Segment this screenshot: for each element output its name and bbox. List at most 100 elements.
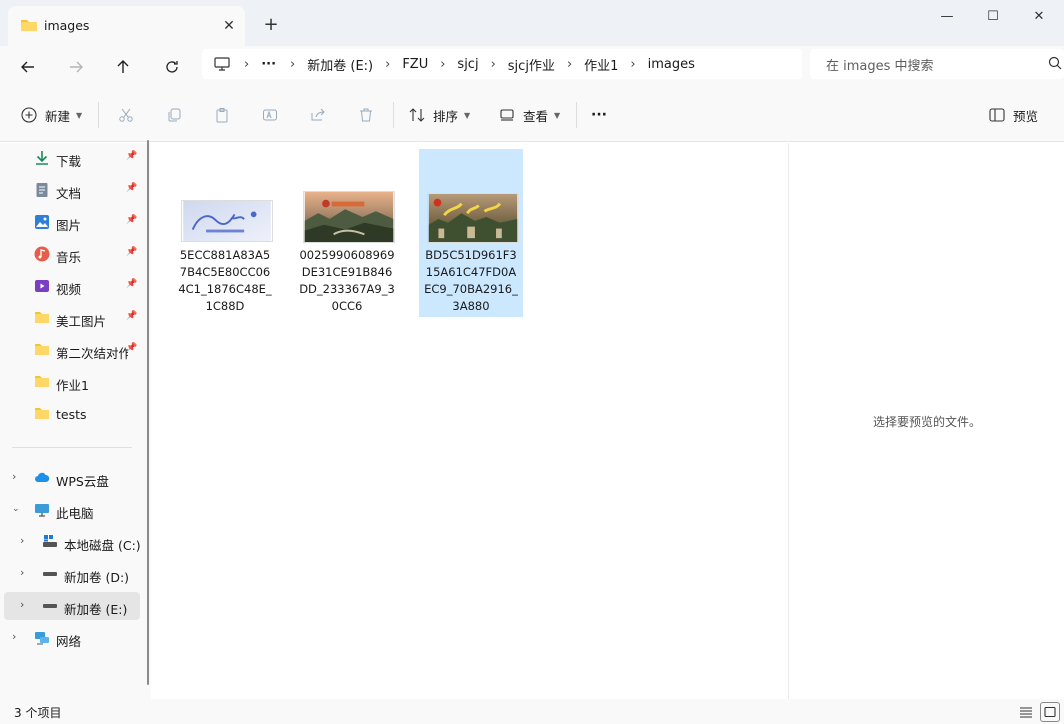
breadcrumb-sjcj-homework[interactable]: sjcj作业 [508, 55, 555, 74]
file-item[interactable]: 5ECC881A83A57B4C5E80CC064C1_1876C48E_1C8… [173, 149, 277, 317]
cloud-icon [34, 470, 50, 486]
rename-icon [263, 109, 277, 121]
file-item[interactable]: BD5C51D961F315A61C47FD0AEC9_70BA2916_3A8… [419, 149, 523, 317]
sidebar-item-label: 此电脑 [56, 506, 94, 521]
view-icon [500, 109, 514, 121]
sidebar-item-drive-c[interactable]: › 本地磁盘 (C:) [0, 528, 140, 556]
tab-images[interactable]: images ✕ [8, 6, 245, 46]
large-icons-view-button[interactable] [1040, 702, 1060, 722]
plus-circle-icon [21, 107, 37, 123]
breadcrumb-homework1[interactable]: 作业1 [584, 55, 618, 74]
sidebar-item-drive-e[interactable]: › 新加卷 (E:) [4, 592, 140, 620]
cut-button[interactable] [115, 104, 137, 126]
address-bar[interactable]: › ··· › 新加卷 (E:) › FZU › sjcj › sjcj作业 ›… [202, 49, 802, 79]
breadcrumb-drive-e[interactable]: 新加卷 (E:) [307, 55, 373, 74]
pictures-icon [34, 214, 50, 230]
details-view-button[interactable] [1016, 702, 1036, 722]
sidebar-item-drive-d[interactable]: › 新加卷 (D:) [0, 560, 140, 588]
command-bar: 新建 ▼ 排序 ▼ 查看 ▼ ··· 预览 [0, 86, 1064, 142]
chevron-right-icon[interactable]: › [12, 630, 16, 643]
chevron-right-icon[interactable]: › [12, 470, 16, 483]
download-icon [34, 150, 50, 166]
chevron-right-icon[interactable]: › [20, 598, 24, 611]
chevron-down-icon: ▼ [554, 110, 561, 120]
forward-button[interactable] [61, 52, 91, 82]
sidebar-item-label: 下载 [56, 154, 82, 169]
share-icon [311, 108, 325, 121]
maximize-button[interactable]: ☐ [970, 4, 1016, 28]
sidebar-item-art-pictures[interactable]: 美工图片 📌 [0, 304, 140, 332]
refresh-button[interactable] [157, 52, 187, 82]
item-count: 3 个项目 [14, 706, 62, 720]
sidebar-item-label: 美工图片 [56, 314, 107, 329]
chevron-down-icon[interactable]: ⌄ [12, 504, 20, 514]
sidebar-item-this-pc[interactable]: ⌄ 此电脑 [0, 496, 140, 524]
file-item[interactable]: 0025990608969DE31CE91B846DD_233367A9_30C… [295, 149, 399, 317]
search-icon [1048, 56, 1062, 74]
sort-label: 排序 [433, 108, 459, 124]
breadcrumb-overflow[interactable]: ··· [261, 57, 276, 72]
sidebar-item-music[interactable]: 音乐 📌 [0, 240, 140, 268]
up-button[interactable] [108, 52, 138, 82]
drive-icon [42, 534, 58, 550]
pin-icon: 📌 [126, 151, 138, 161]
search-input[interactable]: 在 images 中搜索 [810, 49, 1064, 79]
breadcrumb-sjcj[interactable]: sjcj [457, 57, 478, 72]
view-button[interactable]: 查看 ▼ [499, 104, 560, 126]
breadcrumb-images[interactable]: images [648, 57, 695, 72]
sidebar-item-pair-homework[interactable]: 第二次结对作业 📌 [0, 336, 140, 364]
breadcrumb-fzu[interactable]: FZU [402, 57, 428, 72]
share-button[interactable] [307, 104, 329, 126]
sidebar-item-label: 作业1 [56, 378, 89, 393]
more-options-button[interactable]: ··· [591, 104, 607, 126]
drive-icon [42, 566, 58, 582]
pin-icon: 📌 [126, 279, 138, 289]
paste-button[interactable] [211, 104, 233, 126]
delete-button[interactable] [355, 104, 377, 126]
folder-icon [34, 342, 50, 358]
sort-icon [409, 108, 425, 122]
tab-close-button[interactable]: ✕ [217, 14, 241, 38]
chevron-right-icon[interactable]: › [20, 534, 24, 547]
sort-button[interactable]: 排序 ▼ [409, 104, 470, 126]
close-window-button[interactable]: ✕ [1016, 4, 1062, 28]
sidebar-item-label: 图片 [56, 218, 82, 233]
sidebar-item-label: WPS云盘 [56, 474, 109, 489]
back-button[interactable] [13, 52, 43, 82]
copy-button[interactable] [163, 104, 185, 126]
trash-icon [360, 108, 372, 122]
new-button[interactable]: 新建 ▼ [21, 104, 82, 126]
tiles-icon [1044, 706, 1056, 718]
file-name: 0025990608969DE31CE91B846DD_233367A9_30C… [299, 248, 395, 313]
sidebar-item-pictures[interactable]: 图片 📌 [0, 208, 140, 236]
file-name: BD5C51D961F315A61C47FD0AEC9_70BA2916_3A8… [424, 248, 518, 313]
sidebar-item-homework1[interactable]: 作业1 [0, 368, 140, 396]
view-label: 查看 [523, 108, 549, 124]
new-tab-button[interactable]: + [259, 12, 283, 36]
scissors-icon [119, 108, 133, 122]
rename-button[interactable] [259, 104, 281, 126]
preview-pane-button[interactable]: 预览 [989, 104, 1038, 126]
computer-icon [214, 57, 230, 71]
sidebar-item-downloads[interactable]: 下载 📌 [0, 144, 140, 172]
new-label: 新建 [45, 108, 71, 124]
preview-label: 预览 [1013, 108, 1039, 124]
pin-icon: 📌 [126, 311, 138, 321]
tab-title: images [44, 18, 90, 33]
sidebar-item-label: 文档 [56, 186, 82, 201]
chevron-down-icon: ▼ [464, 110, 471, 120]
minimize-button[interactable]: — [924, 4, 970, 28]
chevron-right-icon[interactable]: › [20, 566, 24, 579]
pin-icon: 📌 [126, 343, 138, 353]
sidebar-item-documents[interactable]: 文档 📌 [0, 176, 140, 204]
sidebar-item-network[interactable]: › 网络 [0, 624, 140, 652]
pin-icon: 📌 [126, 183, 138, 193]
sidebar-item-tests[interactable]: tests [0, 400, 140, 428]
sidebar-item-videos[interactable]: 视频 📌 [0, 272, 140, 300]
arrow-left-icon [21, 61, 34, 73]
search-placeholder: 在 images 中搜索 [826, 58, 934, 74]
sidebar-item-wps-cloud[interactable]: › WPS云盘 [0, 464, 140, 492]
divider [576, 102, 577, 128]
clipboard-icon [216, 108, 228, 123]
sidebar-scrollbar[interactable] [147, 140, 149, 685]
